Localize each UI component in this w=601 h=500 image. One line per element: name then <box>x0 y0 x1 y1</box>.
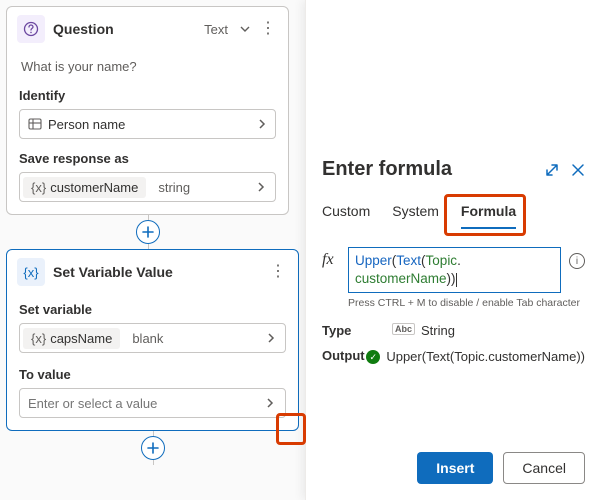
identify-field[interactable]: Person name <box>19 109 276 139</box>
fx-label: fx <box>322 247 340 269</box>
save-response-field[interactable]: {x} customerName string <box>19 172 276 202</box>
more-icon[interactable]: ⋮ <box>258 21 278 37</box>
node-type-tag: Text <box>204 22 228 37</box>
variable-icon: {x} <box>31 331 46 346</box>
formula-panel: Enter formula Custom System Formula fx U… <box>305 0 601 500</box>
formula-editor[interactable]: Upper(Text(Topic.customerName)) <box>348 247 561 293</box>
question-icon <box>17 15 45 43</box>
node-title: Question <box>53 21 196 37</box>
more-icon[interactable]: ⋮ <box>268 264 288 280</box>
tovalue-input[interactable] <box>20 396 255 411</box>
type-tag-icon: Abc <box>392 323 415 335</box>
question-prompt[interactable]: What is your name? <box>21 59 274 74</box>
variable-type: string <box>152 180 196 195</box>
editor-hint: Press CTRL + M to disable / enable Tab c… <box>348 297 585 309</box>
setvar-label: Set variable <box>19 302 286 317</box>
tovalue-input-wrap <box>19 388 286 418</box>
chevron-right-icon <box>256 181 272 193</box>
variable-type: blank <box>126 331 169 346</box>
type-label: Type <box>322 323 392 338</box>
chevron-right-icon <box>266 332 282 344</box>
save-label: Save response as <box>19 151 276 166</box>
variable-name: customerName <box>50 180 138 195</box>
identify-label: Identify <box>19 88 276 103</box>
variable-chip: {x} customerName <box>23 177 146 198</box>
add-node-button[interactable] <box>136 220 160 244</box>
tab-formula[interactable]: Formula <box>461 197 516 229</box>
output-label: Output <box>322 348 366 363</box>
type-value: String <box>421 323 455 338</box>
output-value: Upper(Text(Topic.customerName)) <box>386 348 585 366</box>
tabs: Custom System Formula <box>322 197 585 229</box>
chevron-right-icon <box>257 118 267 130</box>
variable-icon: {x} <box>31 180 46 195</box>
cancel-button[interactable]: Cancel <box>503 452 585 484</box>
insert-button[interactable]: Insert <box>417 452 493 484</box>
setvar-field[interactable]: {x} capsName blank <box>19 323 286 353</box>
tab-system[interactable]: System <box>392 197 439 229</box>
entity-icon <box>28 117 42 131</box>
panel-title: Enter formula <box>322 158 535 181</box>
info-icon[interactable]: i <box>569 253 585 269</box>
tovalue-label: To value <box>19 367 286 382</box>
chevron-down-icon[interactable] <box>240 24 250 34</box>
tovalue-expand-button[interactable] <box>255 389 285 417</box>
canvas: Question Text ⋮ What is your name? Ident… <box>0 0 305 500</box>
variable-icon: {x} <box>17 258 45 286</box>
expand-icon[interactable] <box>545 163 559 177</box>
identify-value: Person name <box>48 117 125 132</box>
set-variable-node[interactable]: {x} Set Variable Value ⋮ Set variable {x… <box>6 249 299 431</box>
close-icon[interactable] <box>571 163 585 177</box>
question-node[interactable]: Question Text ⋮ What is your name? Ident… <box>6 6 289 215</box>
variable-name: capsName <box>50 331 112 346</box>
tab-custom[interactable]: Custom <box>322 197 370 229</box>
add-node-button[interactable] <box>141 436 165 460</box>
success-icon: ✓ <box>366 350 380 364</box>
node-title: Set Variable Value <box>53 264 260 280</box>
variable-chip: {x} capsName <box>23 328 120 349</box>
